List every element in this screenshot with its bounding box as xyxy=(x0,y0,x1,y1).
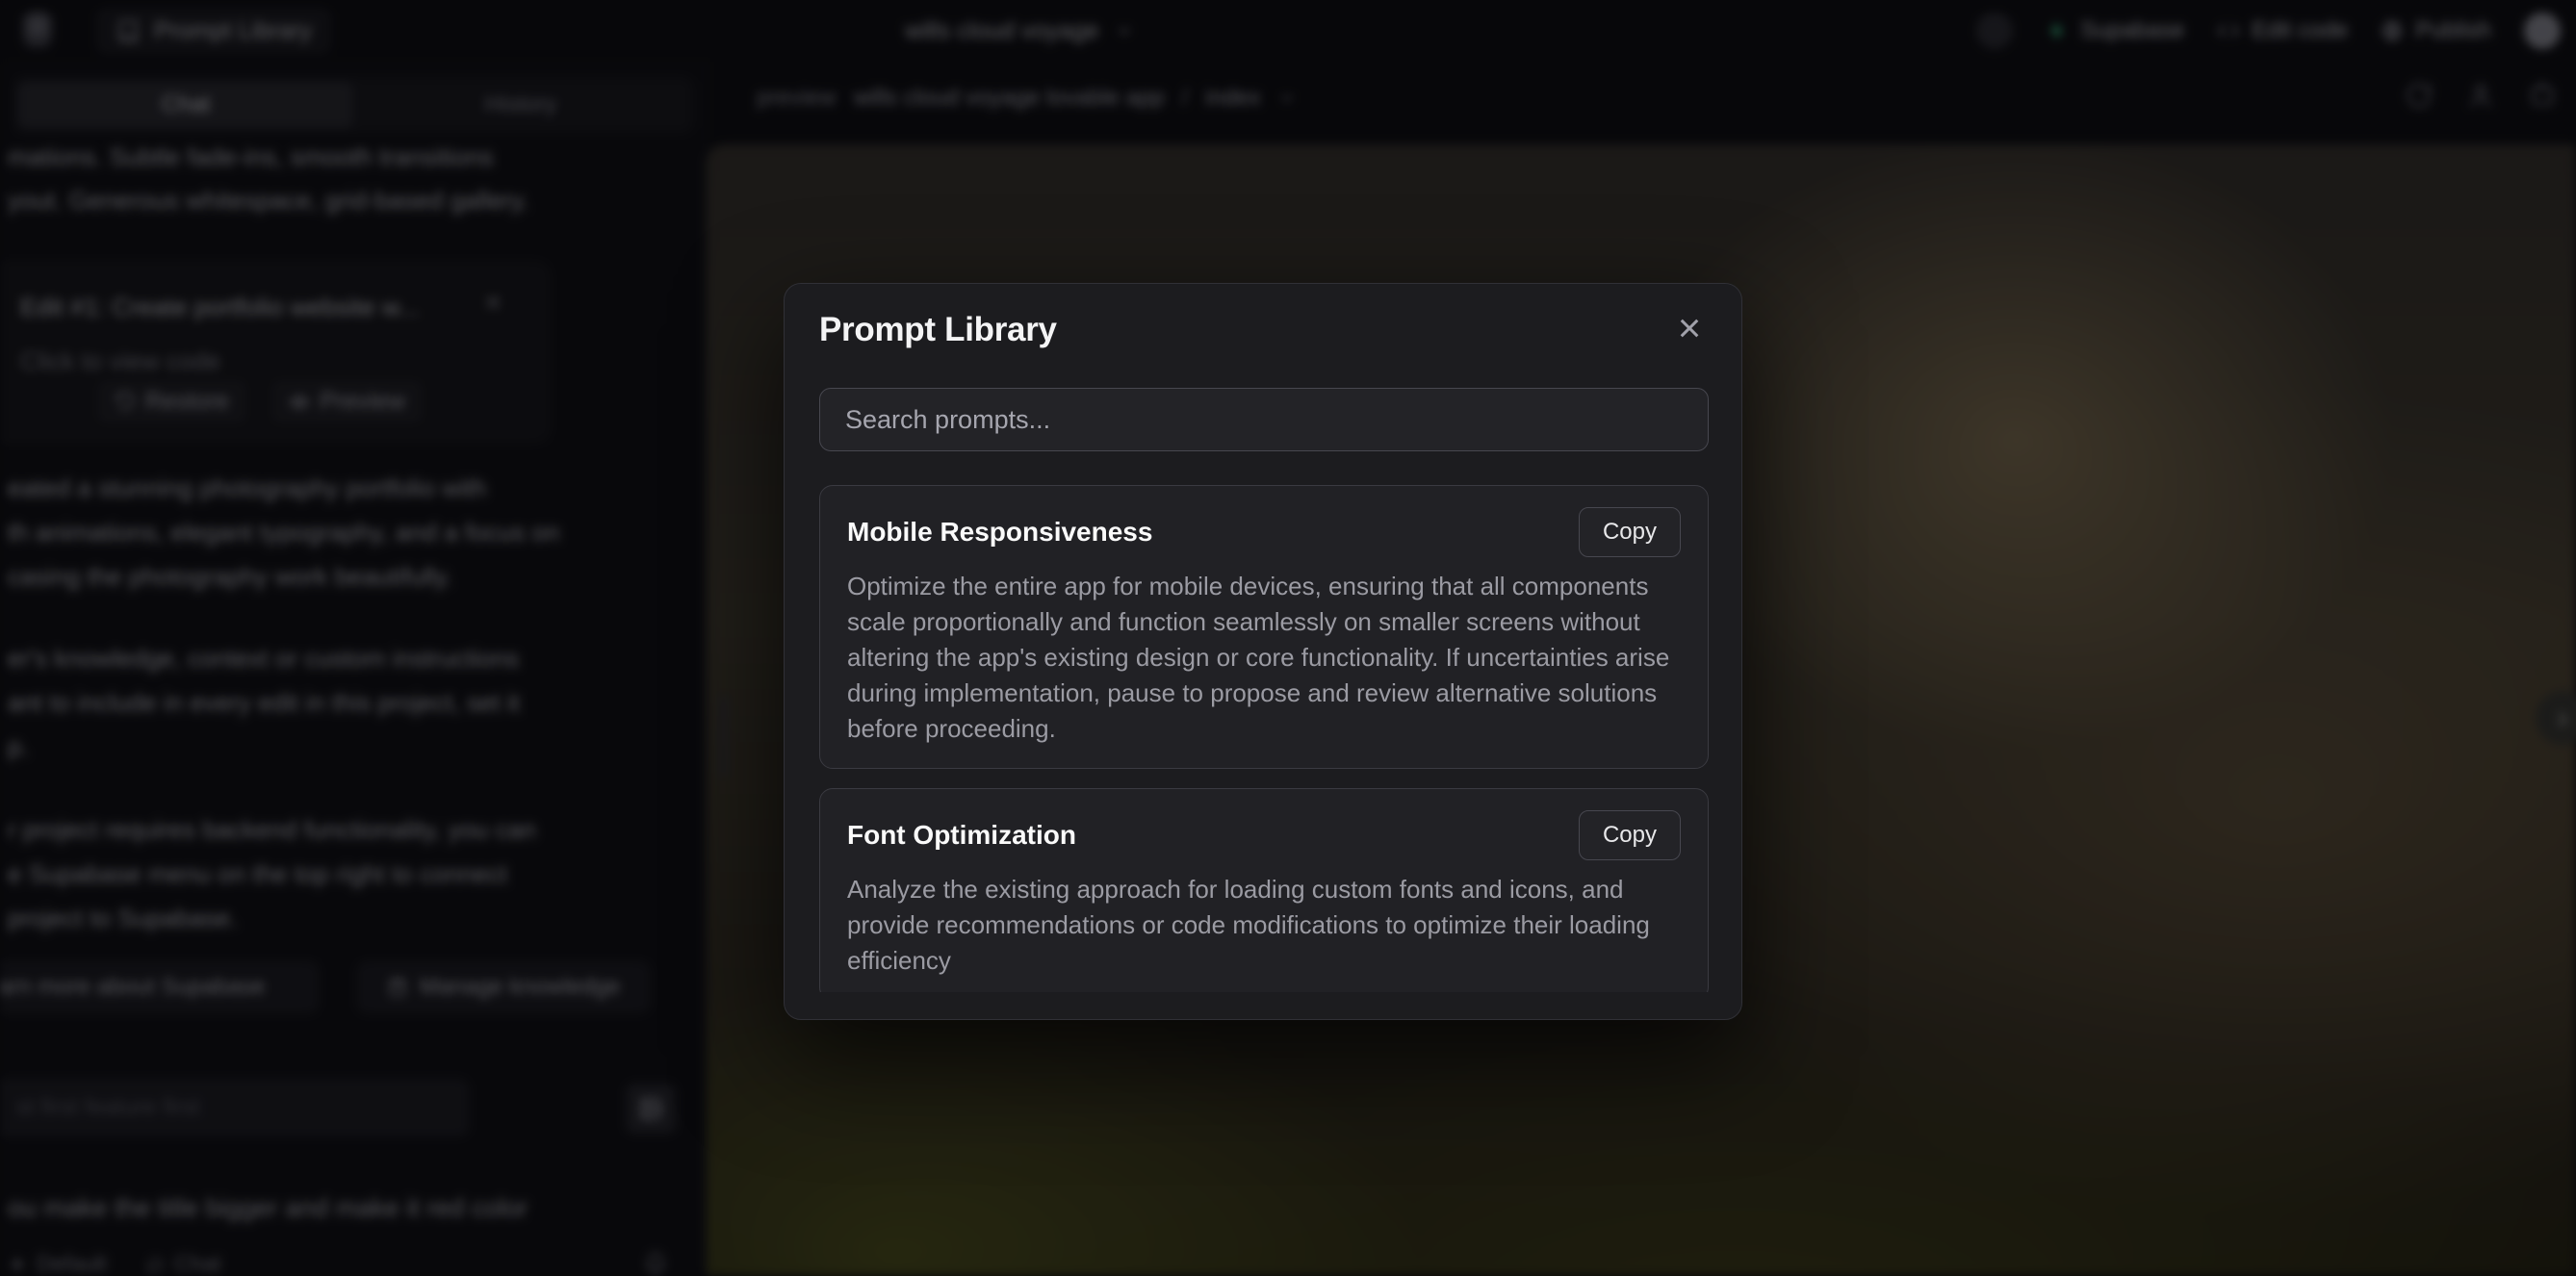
globe-icon xyxy=(2381,19,2404,42)
prompt-card-header: Mobile Responsiveness Copy xyxy=(847,507,1681,557)
user-message: ou make the title bigger and make it red… xyxy=(8,1193,528,1223)
copy-button[interactable]: Copy xyxy=(1579,810,1681,860)
supabase-icon xyxy=(2046,19,2069,42)
panel-resize-handle[interactable] xyxy=(720,695,727,778)
undo-icon xyxy=(115,392,136,413)
breadcrumb-mode: preview xyxy=(757,85,837,112)
preview-button[interactable]: Preview xyxy=(271,380,423,423)
refresh-icon[interactable] xyxy=(2405,81,2434,110)
user-icon[interactable] xyxy=(2466,81,2495,110)
edit-card-subtitle: Click to view code xyxy=(20,346,220,376)
breadcrumb-page: index xyxy=(1205,85,1260,112)
attach-image-button[interactable] xyxy=(626,1084,676,1134)
supabase-label: Supabase xyxy=(2080,17,2184,44)
assistant-message-line: r project requires backend functionality… xyxy=(8,815,536,845)
assistant-message-line: eated a stunning photography portfolio w… xyxy=(8,473,486,503)
tab-history[interactable]: History xyxy=(353,82,688,128)
model-selector[interactable]: Default xyxy=(8,1251,107,1276)
assistant-message-line: er's knowledge, context or custom instru… xyxy=(8,644,519,674)
prompt-card-header: Font Optimization Copy xyxy=(847,810,1681,860)
chevron-down-icon xyxy=(1115,21,1134,40)
edit-code-label: Edit code xyxy=(2252,17,2348,44)
image-icon xyxy=(638,1096,663,1121)
composer-text: st first feature first xyxy=(16,1094,200,1121)
breadcrumb[interactable]: preview wills cloud voyage lovable app /… xyxy=(757,85,1296,112)
top-bar: Prompt Library wills cloud voyage Supaba… xyxy=(0,0,2576,62)
restore-label: Restore xyxy=(145,388,230,416)
prompt-description: Optimize the entire app for mobile devic… xyxy=(847,569,1681,747)
book-icon xyxy=(116,18,141,43)
settings-icon[interactable] xyxy=(1976,13,2013,49)
modal-title: Prompt Library xyxy=(819,311,1057,349)
chevron-down-icon xyxy=(1278,89,1296,107)
manage-knowledge-label: Manage knowledge xyxy=(420,974,620,1001)
assistant-message-line: p. xyxy=(8,732,29,762)
assistant-message-line: yout. Generous whitespace, grid-based ga… xyxy=(8,186,528,216)
restore-button[interactable]: Restore xyxy=(97,380,247,423)
code-icon xyxy=(2217,19,2240,42)
sidebar-tabs: Chat History xyxy=(13,77,693,133)
learn-supabase-label: earn more about Supabase xyxy=(0,974,265,1001)
edit-version-card[interactable]: Edit #1: Create portfolio website w... ×… xyxy=(0,263,549,442)
chat-mode-icon xyxy=(145,1255,165,1274)
sparkle-icon xyxy=(8,1255,27,1274)
edit-code-button[interactable]: Edit code xyxy=(2217,17,2348,44)
open-external-icon[interactable] xyxy=(2528,81,2557,110)
assistant-message-line: project to Supabase. xyxy=(8,904,238,933)
prompt-title: Mobile Responsiveness xyxy=(847,517,1152,548)
project-name: wills cloud voyage xyxy=(905,17,1099,45)
edit-card-title: Edit #1: Create portfolio website w... xyxy=(20,293,420,322)
publish-button[interactable]: Publish xyxy=(2381,17,2491,44)
assistant-message-line: ant to include in every edit in this pro… xyxy=(8,688,520,718)
prompt-library-menu-label: Prompt Library xyxy=(154,17,312,45)
project-selector[interactable]: wills cloud voyage xyxy=(905,12,1134,50)
prompt-library-menu-item[interactable]: Prompt Library xyxy=(96,8,331,54)
chat-composer-input[interactable]: st first feature first xyxy=(0,1080,468,1136)
lovable-logo[interactable] xyxy=(23,12,52,48)
assistant-message-line: th animations, elegant typography, and a… xyxy=(8,518,559,548)
modal-close-button[interactable]: × xyxy=(1666,305,1713,351)
prompt-description: Analyze the existing approach for loadin… xyxy=(847,872,1681,979)
copy-button[interactable]: Copy xyxy=(1579,507,1681,557)
prompt-library-modal: Prompt Library × Mobile Responsiveness C… xyxy=(784,283,1742,1020)
manage-knowledge-button[interactable]: Manage knowledge xyxy=(358,962,649,1012)
prompt-list: Mobile Responsiveness Copy Optimize the … xyxy=(819,485,1709,992)
preview-label: Preview xyxy=(320,388,405,416)
prompt-card: Mobile Responsiveness Copy Optimize the … xyxy=(819,485,1709,769)
bell-icon[interactable] xyxy=(643,1251,668,1276)
assistant-message-line: mations. Subtle fade-ins, smooth transit… xyxy=(8,142,493,172)
knowledge-icon xyxy=(387,977,408,998)
breadcrumb-separator: / xyxy=(1182,85,1189,112)
topbar-actions: Supabase Edit code Publish xyxy=(1976,10,2561,52)
composer-footer: Default Chat xyxy=(8,1251,701,1276)
assistant-message-line: e Supabase menu on the top right to conn… xyxy=(8,859,507,889)
mode-label: Chat xyxy=(174,1251,221,1276)
mode-selector[interactable]: Chat xyxy=(145,1251,221,1276)
user-avatar[interactable] xyxy=(2524,13,2561,49)
close-icon[interactable]: × xyxy=(484,287,502,319)
preview-actions xyxy=(2405,81,2557,110)
learn-supabase-button[interactable]: earn more about Supabase xyxy=(0,962,318,1012)
model-label: Default xyxy=(37,1251,107,1276)
prompt-card: Font Optimization Copy Analyze the exist… xyxy=(819,788,1709,992)
prompt-title: Font Optimization xyxy=(847,820,1076,851)
supabase-button[interactable]: Supabase xyxy=(2046,17,2184,44)
eye-icon xyxy=(289,392,310,413)
publish-label: Publish xyxy=(2415,17,2491,44)
breadcrumb-project: wills cloud voyage lovable app xyxy=(854,85,1165,112)
assistant-message-line: casing the photography work beautifully. xyxy=(8,562,452,592)
search-input[interactable] xyxy=(819,388,1709,451)
preview-toolbar: preview wills cloud voyage lovable app /… xyxy=(707,62,2576,144)
edit-card-actions: Restore Preview xyxy=(97,380,423,423)
app-screen: Prompt Library wills cloud voyage Supaba… xyxy=(0,0,2576,1276)
tab-chat[interactable]: Chat xyxy=(18,82,353,128)
chat-sidebar: Chat History mations. Subtle fade-ins, s… xyxy=(0,62,707,1276)
